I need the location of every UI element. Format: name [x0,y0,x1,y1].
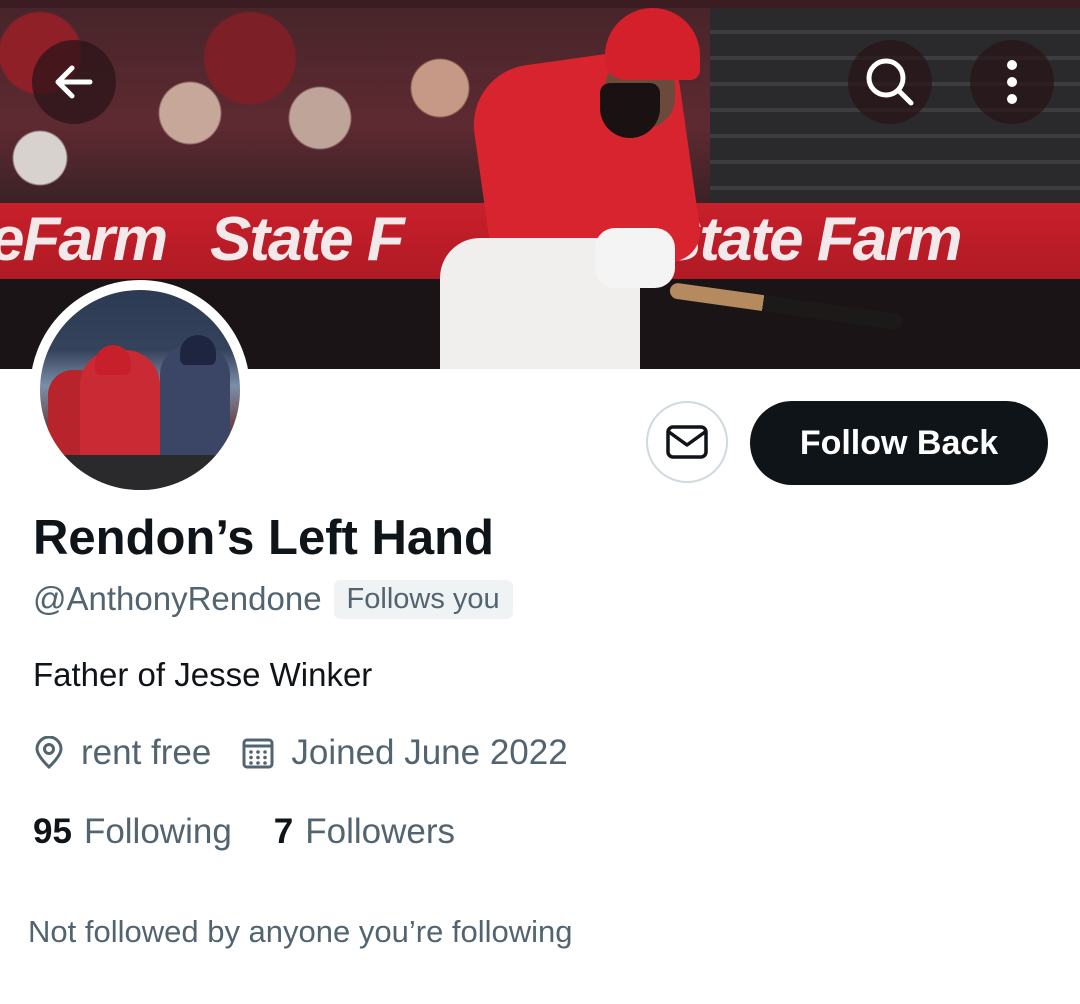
more-options-button[interactable] [970,40,1054,124]
avatar-photo [40,290,240,490]
batter-gloves [595,228,675,288]
avatar-ground [40,455,240,490]
banner-ad-text-mid: State F [210,205,405,274]
location-text: rent free [81,733,212,772]
profile-bio: Father of Jesse Winker [33,656,373,693]
profile-avatar[interactable] [30,280,250,500]
user-handle: @AnthonyRendone [33,580,322,617]
mutual-followers-note: Not followed by anyone you’re following [28,914,573,949]
follow-back-button[interactable]: Follow Back [750,401,1048,485]
batter-helmet [605,8,700,80]
avatar-cap [180,335,216,365]
banner-ad-text-left: eFarm [0,205,168,274]
joined-text: Joined June 2022 [291,733,568,772]
back-arrow-icon [55,65,93,99]
followers-label: Followers [305,812,456,851]
status-strip [0,0,1080,8]
calendar-icon [241,736,275,770]
search-button[interactable] [848,40,932,124]
more-vertical-icon [1007,60,1017,104]
joined-item: Joined June 2022 [241,733,568,773]
followers-count: 7 [273,812,294,851]
location-item: rent free [33,733,211,773]
avatar-cap [95,345,131,375]
follow-stats: 95 Following 7 Followers [33,812,455,852]
following-label: Following [83,812,232,851]
handle-row: @AnthonyRendone Follows you [33,578,513,620]
follows-you-badge: Follows you [333,579,513,619]
following-count: 95 [33,812,72,851]
envelope-icon [666,425,708,459]
following-stat[interactable]: 95 Following [33,812,232,852]
location-pin-icon [33,736,65,770]
display-name: Rendon’s Left Hand [33,511,494,565]
message-button[interactable] [646,401,728,483]
back-button[interactable] [32,40,116,124]
banner-batter [420,8,720,369]
search-icon [866,58,914,106]
profile-meta: rent free Joined June 2022 [33,730,568,776]
followers-stat[interactable]: 7 Followers [274,812,455,852]
